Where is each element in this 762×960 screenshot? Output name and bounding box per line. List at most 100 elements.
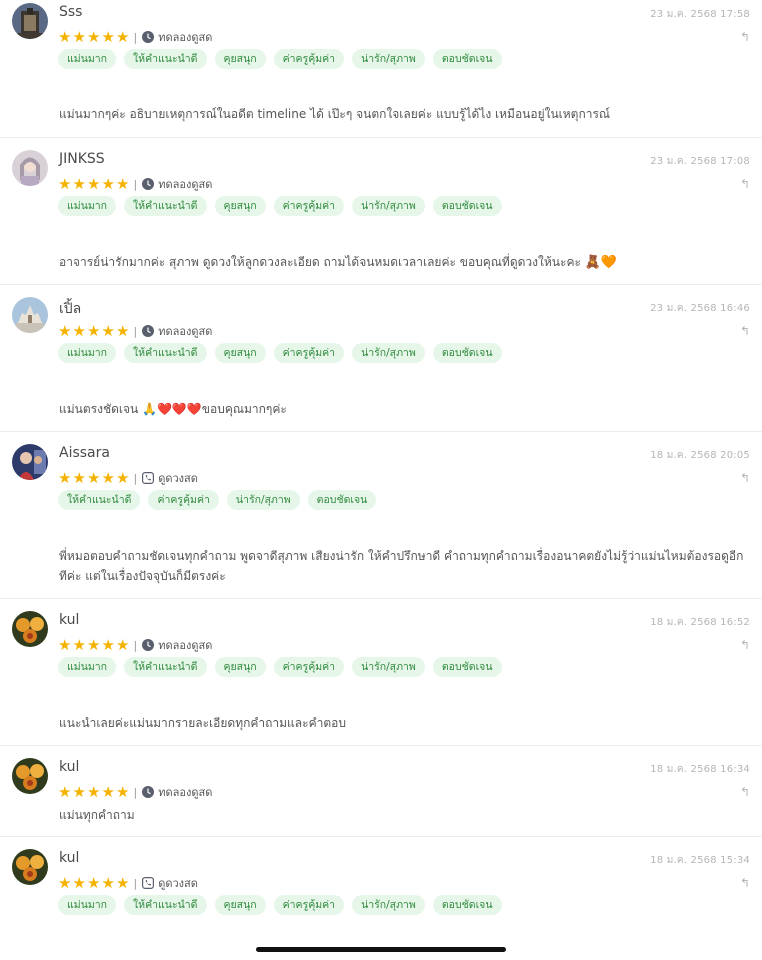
tag: ให้คำแนะนำดี: [58, 490, 141, 510]
tag: น่ารัก/สุภาพ: [352, 657, 425, 677]
reviewer-name: Aissara: [59, 445, 110, 461]
clock-icon: [142, 325, 155, 337]
review-date: 23 ม.ค. 2568 16:46: [650, 303, 750, 314]
star-rating: ★ ★ ★ ★ ★: [58, 174, 131, 193]
reply-arrow-icon[interactable]: ↰: [740, 472, 750, 484]
reviewer-name: kul: [59, 612, 80, 628]
rating-row: ★ ★ ★ ★ ★ | ทดลองดูสด: [58, 784, 212, 800]
reply-arrow-icon[interactable]: ↰: [740, 877, 750, 889]
tag: แม่นมาก: [58, 895, 117, 915]
star-icon: ★: [58, 174, 72, 193]
review-date: 23 ม.ค. 2568 17:58: [650, 9, 750, 20]
review-item: เปิ้ล 23 ม.ค. 2568 16:46 ↰ ★ ★ ★ ★ ★ | ทดลอง…: [0, 294, 762, 432]
tag: ค่าครูคุ้มค่า: [273, 196, 345, 216]
star-icon: ★: [87, 174, 101, 193]
star-icon: ★: [101, 635, 115, 654]
review-item: kul 18 ม.ค. 2568 15:34 ↰ ★ ★ ★ ★ ★ | ดูดวงสด…: [0, 846, 762, 936]
reviewer-name: kul: [59, 759, 80, 775]
avatar[interactable]: [12, 758, 48, 794]
star-icon: ★: [101, 873, 115, 892]
star-icon: ★: [72, 468, 86, 487]
tag: แม่นมาก: [58, 196, 117, 216]
divider: |: [133, 876, 138, 890]
service-type: ดูดวงสด: [158, 877, 198, 890]
phone-icon: [142, 472, 155, 484]
tag: คุยสนุก: [214, 343, 266, 363]
reply-arrow-icon[interactable]: ↰: [740, 178, 750, 190]
reply-arrow-icon[interactable]: ↰: [740, 786, 750, 798]
tag-list: ให้คำแนะนำดี ค่าครูคุ้มค่า น่ารัก/สุภาพ …: [58, 490, 384, 510]
reviewer-name: JINKSS: [59, 151, 105, 167]
review-date: 18 ม.ค. 2568 16:34: [650, 764, 750, 775]
star-icon: ★: [87, 782, 101, 801]
reply-arrow-icon[interactable]: ↰: [740, 31, 750, 43]
tag-list: แม่นมาก ให้คำแนะนำดี คุยสนุก ค่าครูคุ้มค…: [58, 895, 510, 915]
review-item: JINKSS 23 ม.ค. 2568 17:08 ↰ ★ ★ ★ ★ ★ | ทดลอ…: [0, 147, 762, 285]
tag: น่ารัก/สุภาพ: [352, 343, 425, 363]
star-icon: ★: [116, 174, 130, 193]
clock-icon: [142, 178, 155, 190]
avatar[interactable]: [12, 150, 48, 186]
service-type: ทดลองดูสด: [158, 31, 213, 44]
review-item: Sss 23 ม.ค. 2568 17:58 ↰ ★ ★ ★ ★ ★ | ทดลองดู…: [0, 0, 762, 138]
review-item: Aissara 18 ม.ค. 2568 20:05 ↰ ★ ★ ★ ★ ★ | ดูด…: [0, 441, 762, 599]
star-icon: ★: [87, 27, 101, 46]
star-icon: ★: [58, 635, 72, 654]
tag: ให้คำแนะนำดี: [124, 895, 207, 915]
tag: ให้คำแนะนำดี: [124, 49, 207, 69]
reviewer-name: Sss: [59, 4, 83, 20]
avatar[interactable]: [12, 611, 48, 647]
star-rating: ★ ★ ★ ★ ★: [58, 635, 131, 654]
tag: ค่าครูคุ้มค่า: [273, 343, 345, 363]
star-icon: ★: [101, 782, 115, 801]
reply-arrow-icon[interactable]: ↰: [740, 639, 750, 651]
star-icon: ★: [87, 321, 101, 340]
tag: ค่าครูคุ้มค่า: [273, 657, 345, 677]
review-date: 23 ม.ค. 2568 17:08: [650, 156, 750, 167]
tag: คุยสนุก: [214, 657, 266, 677]
avatar[interactable]: [12, 444, 48, 480]
divider: |: [133, 638, 138, 652]
avatar[interactable]: [12, 297, 48, 333]
star-icon: ★: [101, 174, 115, 193]
tag: ตอบชัดเจน: [432, 895, 502, 915]
rating-row: ★ ★ ★ ★ ★ | ทดลองดูสด: [58, 29, 212, 45]
tag: คุยสนุก: [214, 49, 266, 69]
avatar[interactable]: [12, 3, 48, 39]
star-icon: ★: [87, 873, 101, 892]
star-icon: ★: [58, 782, 72, 801]
clock-icon: [142, 786, 155, 798]
star-icon: ★: [58, 873, 72, 892]
star-icon: ★: [116, 782, 130, 801]
rating-row: ★ ★ ★ ★ ★ | ทดลองดูสด: [58, 637, 212, 653]
star-icon: ★: [116, 27, 130, 46]
divider: |: [133, 30, 138, 44]
tag: ค่าครูคุ้มค่า: [273, 49, 345, 69]
tag: คุยสนุก: [214, 196, 266, 216]
home-indicator[interactable]: [256, 947, 506, 952]
star-icon: ★: [72, 321, 86, 340]
phone-icon: [142, 877, 155, 889]
star-rating: ★ ★ ★ ★ ★: [58, 27, 131, 46]
star-rating: ★ ★ ★ ★ ★: [58, 468, 131, 487]
star-icon: ★: [72, 873, 86, 892]
service-type: ดูดวงสด: [158, 472, 198, 485]
review-item: kul 18 ม.ค. 2568 16:52 ↰ ★ ★ ★ ★ ★ | ทดลองดู…: [0, 608, 762, 746]
review-text-body: อาจารย์น่ารักมากค่ะ สุภาพ ดูดวงให้ลูกดวง…: [59, 255, 581, 269]
divider: |: [133, 471, 138, 485]
review-text: แม่นตรงชัดเจน 🙏❤️❤️❤️ขอบคุณมากๆค่ะ: [59, 402, 287, 416]
tag: แม่นมาก: [58, 343, 117, 363]
tag: แม่นมาก: [58, 657, 117, 677]
avatar[interactable]: [12, 849, 48, 885]
tag: น่ารัก/สุภาพ: [352, 895, 425, 915]
review-emoji: 🧸🧡: [584, 255, 618, 270]
review-text: แนะนำเลยค่ะแม่นมากรายละเอียดทุกคำถามและค…: [59, 716, 346, 730]
tag: ตอบชัดเจน: [307, 490, 377, 510]
star-icon: ★: [87, 635, 101, 654]
star-icon: ★: [116, 635, 130, 654]
tag: คุยสนุก: [214, 895, 266, 915]
star-rating: ★ ★ ★ ★ ★: [58, 321, 131, 340]
star-rating: ★ ★ ★ ★ ★: [58, 873, 131, 892]
review-text: แม่นทุกคำถาม: [59, 808, 135, 822]
reply-arrow-icon[interactable]: ↰: [740, 325, 750, 337]
